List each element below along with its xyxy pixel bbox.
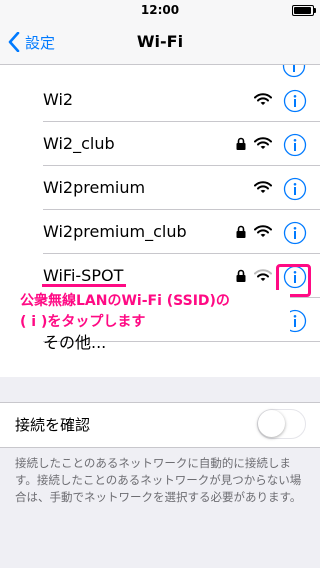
annotation-callout: 公衆無線LANのWi-Fi (SSID)の ( i )をタップします bbox=[20, 290, 290, 334]
chevron-left-icon bbox=[8, 32, 20, 52]
network-row[interactable]: Wi2 bbox=[0, 78, 320, 122]
info-icon[interactable] bbox=[283, 89, 307, 117]
status-bar: 12:00 bbox=[0, 0, 320, 20]
status-time: 12:00 bbox=[140, 3, 180, 17]
network-name: Wi2premium_club bbox=[43, 222, 187, 241]
wifi-icon bbox=[254, 269, 272, 281]
info-icon[interactable] bbox=[283, 265, 307, 293]
network-name: Wi2 bbox=[43, 90, 74, 109]
ask-to-join-label: 接続を確認 bbox=[15, 416, 91, 434]
wifi-icon bbox=[254, 225, 272, 237]
annotation-line-2: ( i )をタップします bbox=[20, 314, 146, 330]
lock-icon bbox=[236, 225, 246, 238]
highlight-underline bbox=[42, 284, 126, 287]
ask-to-join-row: 接続を確認 bbox=[0, 402, 320, 448]
ask-to-join-toggle[interactable] bbox=[257, 409, 306, 439]
navigation-bar: 設定 Wi-Fi bbox=[0, 20, 320, 65]
network-row[interactable]: Wi2premium bbox=[0, 166, 320, 210]
network-name: Wi2premium bbox=[43, 178, 146, 197]
lock-icon bbox=[236, 137, 246, 150]
network-name: Wi2_club bbox=[43, 134, 115, 153]
ask-to-join-description: 接続したことのあるネットワークに自動的に接続します。接続したことのあるネットワー… bbox=[15, 456, 302, 504]
back-button-label: 設定 bbox=[25, 33, 56, 52]
lock-icon bbox=[236, 269, 246, 282]
wifi-icon bbox=[254, 93, 272, 105]
network-row[interactable]: Wi2_club bbox=[0, 122, 320, 166]
network-list: Wi2 Wi2_club Wi2premium Wi2premium_club … bbox=[0, 65, 320, 377]
info-icon[interactable] bbox=[283, 221, 307, 249]
annotation-line-1: 公衆無線LANのWi-Fi (SSID)の bbox=[20, 293, 230, 309]
toggle-knob bbox=[258, 410, 285, 437]
info-icon[interactable] bbox=[283, 177, 307, 205]
back-button[interactable]: 設定 bbox=[8, 20, 55, 64]
wifi-settings-screen: 12:00 設定 Wi-Fi Wi2 Wi2_club Wi2premium W… bbox=[0, 0, 320, 568]
wifi-icon bbox=[254, 181, 272, 193]
battery-icon bbox=[292, 5, 316, 16]
info-icon[interactable] bbox=[283, 133, 307, 161]
wifi-icon bbox=[254, 137, 272, 149]
network-row[interactable]: Wi2premium_club bbox=[0, 210, 320, 254]
